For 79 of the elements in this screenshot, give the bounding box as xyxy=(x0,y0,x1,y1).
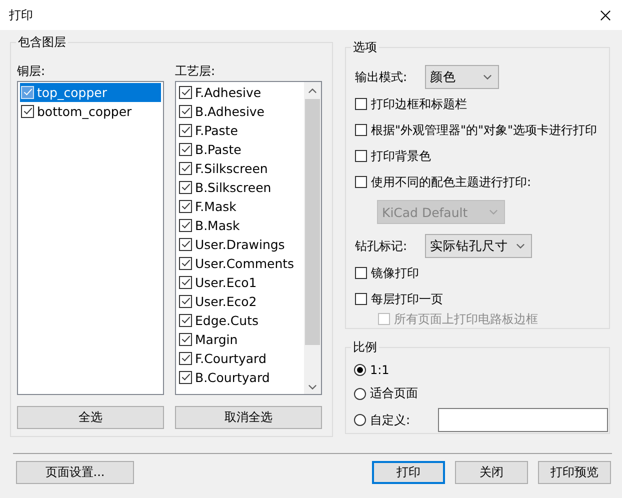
list-item[interactable]: F.Courtyard xyxy=(178,349,304,368)
scroll-down-icon xyxy=(308,384,317,390)
dialog-button[interactable]: 页面设置... xyxy=(16,461,134,484)
list-item[interactable]: B.Paste xyxy=(178,140,304,159)
checkbox[interactable] xyxy=(179,257,192,270)
checkbox[interactable] xyxy=(179,181,192,194)
list-item[interactable]: top_copper xyxy=(20,83,161,102)
list-item[interactable]: F.Adhesive xyxy=(178,83,304,102)
list-item[interactable]: F.Mask xyxy=(178,197,304,216)
checkbox[interactable] xyxy=(179,295,192,308)
group-title: 选项 xyxy=(351,40,379,55)
deselect-all-button[interactable]: 取消全选 xyxy=(175,406,322,429)
checkbox[interactable] xyxy=(179,219,192,232)
list-item[interactable]: User.Eco2 xyxy=(178,292,304,311)
select-all-button[interactable]: 全选 xyxy=(17,406,164,429)
radio-label: 适合页面 xyxy=(370,385,419,402)
list-label: 铜层: xyxy=(17,63,46,80)
checkbox[interactable] xyxy=(179,276,192,289)
list-label: 工艺层: xyxy=(175,63,216,80)
checkbox[interactable] xyxy=(179,105,192,118)
checkbox[interactable] xyxy=(355,150,367,162)
list-item[interactable]: Margin xyxy=(178,330,304,349)
checkbox[interactable] xyxy=(179,333,192,346)
list-item[interactable]: B.Courtyard xyxy=(178,368,304,387)
dialog-button[interactable]: 打印 xyxy=(372,461,445,484)
checkbox[interactable] xyxy=(179,124,192,137)
radio-button[interactable] xyxy=(354,364,366,376)
list-item[interactable]: Edge.Cuts xyxy=(178,311,304,330)
scrollbar-thumb[interactable] xyxy=(305,99,320,345)
field-label: 输出模式: xyxy=(355,68,408,86)
checkbox[interactable] xyxy=(355,293,367,305)
checkbox-label: 根据"外观管理器"的"对象"选项卡进行打印 xyxy=(371,122,598,138)
dropdown[interactable]: 颜色 xyxy=(425,65,499,89)
field-label: 钻孔标记: xyxy=(355,238,408,254)
checkbox-label: 打印背景色 xyxy=(371,148,431,164)
list-item[interactable]: B.Silkscreen xyxy=(178,178,304,197)
window-title: 打印 xyxy=(9,6,33,24)
checkbox-label: 所有页面上打印电路板边框 xyxy=(394,310,538,328)
list-item[interactable]: User.Comments xyxy=(178,254,304,273)
checkbox-label: 使用不同的配色主题进行打印: xyxy=(371,174,532,190)
checkbox-label: 打印边框和标题栏 xyxy=(371,96,467,112)
chevron-down-icon xyxy=(483,74,492,80)
checkbox[interactable] xyxy=(179,200,192,213)
list-item[interactable]: B.Mask xyxy=(178,216,304,235)
input-field[interactable] xyxy=(438,408,608,432)
radio-button[interactable] xyxy=(354,388,366,400)
checkbox-label: 镜像打印 xyxy=(371,264,419,282)
checkbox[interactable] xyxy=(179,143,192,156)
list-item[interactable]: F.Paste xyxy=(178,121,304,140)
checkbox[interactable] xyxy=(355,267,367,279)
checkbox[interactable] xyxy=(179,86,192,99)
checkbox[interactable] xyxy=(179,371,192,384)
radio-label: 1:1 xyxy=(370,363,390,378)
checkbox[interactable] xyxy=(179,162,192,175)
list-item[interactable]: User.Eco1 xyxy=(178,273,304,292)
list-item[interactable]: B.Adhesive xyxy=(178,102,304,121)
list-item[interactable]: User.Drawings xyxy=(178,235,304,254)
close-icon[interactable] xyxy=(600,10,611,20)
dropdown[interactable]: 实际钻孔尺寸 xyxy=(425,234,532,258)
checkbox[interactable] xyxy=(355,176,367,188)
list-item[interactable]: bottom_copper xyxy=(20,102,163,121)
checkbox[interactable] xyxy=(179,238,192,251)
dialog-button[interactable]: 打印预览 xyxy=(538,461,611,484)
group-title: 比例 xyxy=(351,340,379,355)
group-title: 包含图层 xyxy=(16,35,68,50)
scrollbar[interactable] xyxy=(304,82,321,394)
chevron-down-icon xyxy=(489,209,498,215)
chevron-down-icon xyxy=(516,243,525,249)
radio-button[interactable] xyxy=(354,414,366,426)
checkbox[interactable] xyxy=(21,105,34,118)
radio-label: 自定义: xyxy=(370,412,412,429)
scroll-up-icon xyxy=(308,88,317,94)
checkbox[interactable] xyxy=(179,352,192,365)
checkbox[interactable] xyxy=(355,98,367,110)
list-item[interactable]: F.Silkscreen xyxy=(178,159,304,178)
dialog-button[interactable]: 关闭 xyxy=(455,461,528,484)
checkbox[interactable] xyxy=(355,124,367,136)
checkbox[interactable] xyxy=(179,314,192,327)
checkbox-label: 每层打印一页 xyxy=(371,290,443,308)
